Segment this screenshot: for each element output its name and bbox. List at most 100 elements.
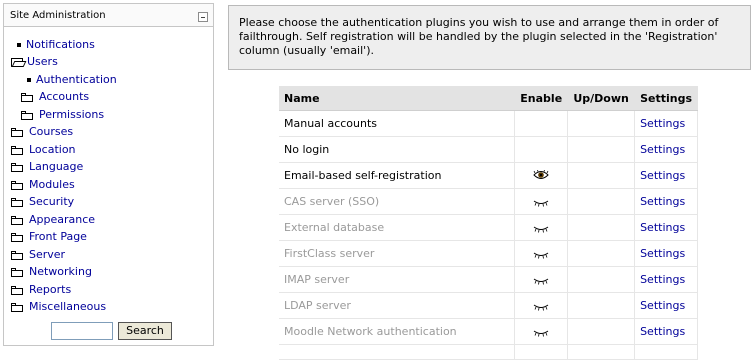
folder-icon (11, 163, 23, 172)
sidebar-item-label[interactable]: Security (29, 194, 74, 210)
sidebar-item-label[interactable]: Reports (29, 282, 71, 298)
plugin-name: External database (279, 214, 516, 241)
enable-cell (514, 292, 569, 319)
auth-info-box: Please choose the authentication plugins… (228, 5, 751, 70)
table-row: Manual accounts Settings (279, 110, 698, 137)
settings-link[interactable]: Settings (634, 318, 698, 345)
sidebar-item-label[interactable]: Front Page (29, 229, 87, 245)
site-administration-block: Site Administration Notifications Users … (3, 3, 214, 346)
table-row: LDAP server Settings (279, 292, 698, 319)
updown-cell (567, 162, 636, 189)
folder-icon (11, 198, 23, 207)
eye-closed-icon[interactable] (533, 199, 549, 207)
folder-icon (11, 286, 23, 295)
settings-link[interactable]: Settings (634, 292, 698, 319)
updown-cell (567, 240, 636, 267)
sidebar-item-label[interactable]: Permissions (39, 107, 104, 123)
updown-cell (567, 136, 636, 163)
eye-closed-icon[interactable] (533, 251, 549, 259)
table-row: No login Settings (279, 136, 698, 163)
table-row (279, 344, 698, 360)
enable-cell (514, 188, 569, 215)
column-header-name: Name (279, 86, 516, 111)
plugin-name: IMAP server (279, 266, 516, 293)
settings-link[interactable]: Settings (634, 266, 698, 293)
sidebar-item-label[interactable]: Notifications (26, 37, 95, 53)
folder-icon (11, 233, 23, 242)
sidebar-item-label[interactable]: Miscellaneous (29, 299, 106, 315)
settings-link[interactable]: Settings (634, 240, 698, 267)
sidebar-item-label[interactable]: Courses (29, 124, 73, 140)
block-header: Site Administration (4, 4, 213, 27)
updown-cell (567, 110, 636, 137)
empty-cell (514, 344, 569, 360)
updown-cell (567, 214, 636, 241)
bullet-icon (17, 43, 21, 47)
table-row: IMAP server Settings (279, 266, 698, 293)
sidebar-item-label[interactable]: Location (29, 142, 76, 158)
eye-closed-icon[interactable] (533, 277, 549, 285)
sidebar-item-label[interactable]: Networking (29, 264, 92, 280)
folder-icon (21, 93, 33, 102)
settings-link[interactable]: Settings (634, 136, 698, 163)
search-button[interactable]: Search (118, 322, 172, 340)
folder-icon (11, 181, 23, 190)
eye-closed-icon[interactable] (533, 303, 549, 311)
plugin-name: FirstClass server (279, 240, 516, 267)
folder-icon (11, 128, 23, 137)
enable-cell (514, 240, 569, 267)
eye-open-icon[interactable] (533, 170, 549, 180)
plugin-name: No login (279, 136, 516, 163)
column-header-enable: Enable (514, 86, 569, 111)
settings-link[interactable]: Settings (634, 188, 698, 215)
folder-open-icon (11, 58, 25, 67)
plugin-name: CAS server (SSO) (279, 188, 516, 215)
table-row: External database Settings (279, 214, 698, 241)
table-row: CAS server (SSO) Settings (279, 188, 698, 215)
table-header-row: Name Enable Up/Down Settings (279, 86, 698, 111)
admin-search-input[interactable] (51, 322, 113, 340)
sidebar-item-label[interactable]: Appearance (29, 212, 95, 228)
auth-plugins-table: Name Enable Up/Down Settings Manual acco… (279, 86, 698, 360)
empty-cell (634, 344, 698, 360)
empty-cell (567, 344, 636, 360)
table-row: Moodle Network authentication Settings (279, 318, 698, 345)
plugin-name: Moodle Network authentication (279, 318, 516, 345)
plugin-name: Manual accounts (279, 110, 516, 137)
sidebar-item-label[interactable]: Users (27, 54, 58, 70)
enable-cell (514, 214, 569, 241)
sidebar-item-label[interactable]: Server (29, 247, 65, 263)
enable-cell (514, 266, 569, 293)
enable-cell (514, 318, 569, 345)
folder-icon (11, 216, 23, 225)
bullet-icon (27, 78, 31, 82)
enable-cell (514, 136, 569, 163)
settings-link[interactable]: Settings (634, 214, 698, 241)
folder-icon (21, 111, 33, 120)
column-header-settings: Settings (634, 86, 698, 111)
column-header-updown: Up/Down (567, 86, 636, 111)
sidebar-item-label[interactable]: Accounts (39, 89, 89, 105)
table-row: FirstClass server Settings (279, 240, 698, 267)
folder-icon (11, 251, 23, 260)
updown-cell (567, 292, 636, 319)
plugin-name: Email-based self-registration (279, 162, 516, 189)
enable-cell (514, 110, 569, 137)
table-row: Email-based self-registration Settings (279, 162, 698, 189)
eye-closed-icon[interactable] (533, 225, 549, 233)
settings-link[interactable]: Settings (634, 162, 698, 189)
collapse-icon[interactable] (198, 12, 208, 22)
sidebar-item-label[interactable]: Modules (29, 177, 75, 193)
folder-icon (11, 268, 23, 277)
sidebar-item-label[interactable]: Authentication (36, 72, 117, 88)
block-title: Site Administration (10, 10, 106, 21)
settings-link[interactable]: Settings (634, 110, 698, 137)
auth-info-text: Please choose the authentication plugins… (239, 16, 719, 57)
updown-cell (567, 188, 636, 215)
updown-cell (567, 266, 636, 293)
enable-cell (514, 162, 569, 189)
folder-icon (11, 303, 23, 312)
sidebar-item-label[interactable]: Language (29, 159, 83, 175)
updown-cell (567, 318, 636, 345)
eye-closed-icon[interactable] (533, 329, 549, 337)
